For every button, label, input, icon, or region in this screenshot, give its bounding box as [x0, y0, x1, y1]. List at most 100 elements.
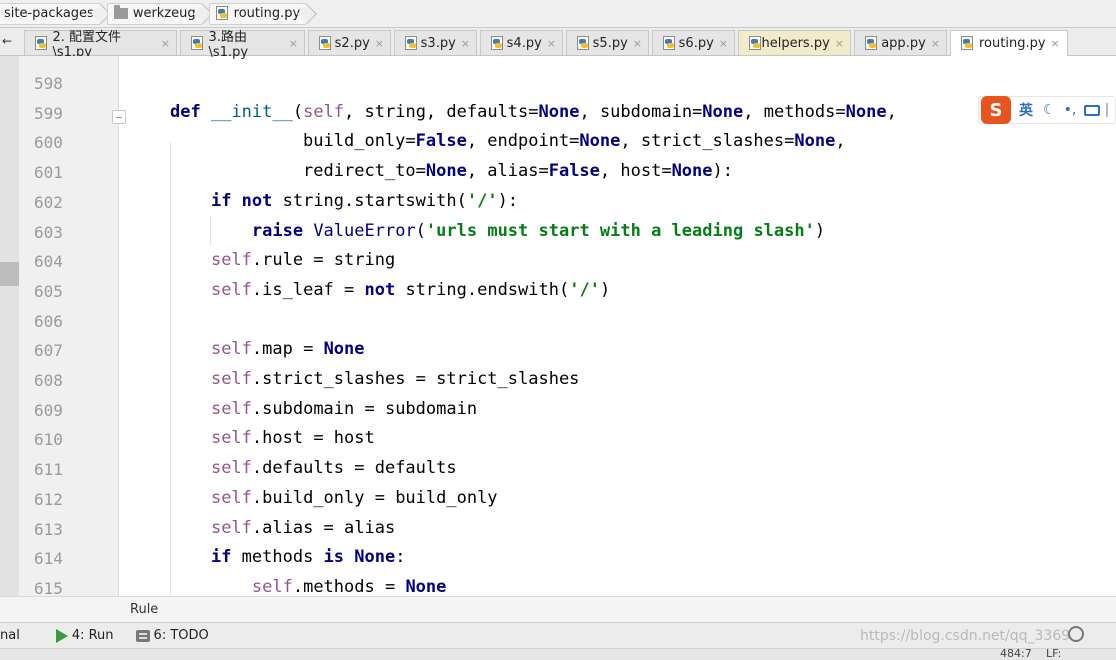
keyboard-icon[interactable]: [1084, 104, 1101, 116]
breadcrumb-site-packages[interactable]: site-packages: [0, 2, 111, 25]
line-separator[interactable]: LF:: [1046, 647, 1061, 660]
code-line[interactable]: self.map = None: [170, 339, 365, 359]
code-token: None: [702, 101, 744, 122]
code-token: ): [599, 279, 611, 300]
code-token: , strict_slashes=: [620, 131, 795, 152]
breadcrumb-werkzeug[interactable]: werkzeug: [106, 2, 213, 25]
code-token: string.startswith(: [282, 190, 467, 211]
code-token: False: [548, 161, 600, 182]
code-line[interactable]: self.host = host: [170, 428, 375, 448]
terminal-tool-button[interactable]: nal: [0, 628, 20, 643]
close-icon[interactable]: ×: [547, 37, 556, 50]
code-token: if: [210, 547, 242, 568]
code-token: , methods=: [743, 101, 846, 122]
code-line[interactable]: build_only=False, endpoint=None, strict_…: [170, 131, 846, 151]
code-line[interactable]: self.build_only = build_only: [170, 488, 498, 508]
breadcrumb-separator: [297, 3, 318, 24]
code-line[interactable]: if methods is None:: [170, 547, 406, 568]
code-token: None: [579, 131, 621, 152]
line-number: 608: [34, 371, 63, 390]
close-icon[interactable]: ×: [375, 37, 384, 50]
code-line[interactable]: self.is_leaf = not string.endswith('/'): [170, 280, 610, 300]
code-token: self: [210, 369, 252, 389]
line-number: 605: [34, 281, 63, 301]
breadcrumb-routing[interactable]: routing.py: [208, 2, 318, 25]
python-file-icon: [491, 35, 503, 51]
close-icon[interactable]: ×: [719, 37, 728, 50]
code-token: self: [210, 250, 252, 271]
breadcrumb-label: site-packages: [4, 6, 94, 21]
code-line[interactable]: raise ValueError('urls must start with a…: [170, 221, 825, 241]
tab-s5-py[interactable]: s5.py ×: [566, 30, 649, 55]
tab-s2-py[interactable]: s2.py ×: [308, 30, 391, 55]
code-token: False: [415, 131, 467, 152]
code-token: ):: [497, 190, 519, 211]
search-icon[interactable]: [1068, 626, 1084, 642]
tab-app-py[interactable]: app.py ×: [854, 30, 947, 55]
code-breadcrumb-bar: Rule: [0, 596, 1116, 622]
code-token: , subdomain=: [579, 101, 703, 122]
ime-more-icon[interactable]: [1106, 103, 1110, 117]
code-line[interactable]: self.defaults = defaults: [170, 458, 457, 478]
moon-icon[interactable]: ☾: [1043, 102, 1056, 118]
line-number: 607: [34, 341, 63, 361]
code-token: None: [323, 339, 365, 360]
code-line[interactable]: redirect_to=None, alias=False, host=None…: [170, 161, 733, 181]
close-icon[interactable]: ×: [931, 37, 940, 50]
code-token: '/': [569, 279, 600, 300]
code-line[interactable]: self.rule = string: [170, 250, 395, 270]
python-file-icon: [405, 35, 417, 51]
code-token: redirect_to=: [170, 161, 426, 182]
code-line[interactable]: def __init__(self, string, defaults=None…: [170, 102, 897, 122]
current-line-marker: [0, 262, 19, 286]
ime-toolbar[interactable]: S 英 ☾ •,: [978, 96, 1116, 124]
code-line[interactable]: if not string.startswith('/'):: [170, 191, 518, 211]
code-line[interactable]: self.subdomain = subdomain: [170, 399, 477, 419]
code-breadcrumb-rule[interactable]: Rule: [130, 602, 158, 617]
python-file-icon: [961, 36, 974, 51]
tab-label: s6.py: [678, 35, 714, 51]
code-token: 'urls must start with a leading slash': [425, 220, 815, 241]
code-token: is None: [323, 547, 396, 568]
run-icon: [55, 628, 68, 643]
code-line[interactable]: self.methods = None: [170, 576, 447, 597]
code-token: , host=: [599, 161, 672, 182]
tab-3-s1-py[interactable]: 3.路由\s1.py ×: [180, 30, 305, 60]
close-icon[interactable]: ×: [289, 37, 298, 50]
tab-label: helpers.py: [761, 35, 830, 51]
code-token: .methods =: [292, 576, 406, 597]
code-token: None: [405, 576, 447, 597]
todo-tool-button[interactable]: 6: TODO: [135, 628, 209, 643]
line-number: 602: [34, 192, 63, 212]
close-icon[interactable]: ×: [835, 37, 844, 50]
fold-icon[interactable]: [112, 110, 126, 124]
code-token: None: [671, 161, 713, 182]
close-icon[interactable]: ×: [1051, 37, 1060, 50]
run-tool-button[interactable]: 4: Run: [55, 628, 114, 643]
code-token: None: [794, 131, 836, 152]
tab-s4-py[interactable]: s4.py ×: [480, 30, 563, 55]
python-file-icon: [865, 35, 877, 51]
tab-helpers-py[interactable]: helpers.py ×: [738, 30, 851, 55]
code-line[interactable]: self.strict_slashes = strict_slashes: [170, 369, 579, 389]
close-icon[interactable]: ×: [461, 37, 470, 50]
punctuation-icon[interactable]: •,: [1064, 102, 1077, 118]
ime-language-toggle[interactable]: 英: [1019, 100, 1033, 120]
tab-scroll-left-icon[interactable]: ←: [2, 34, 12, 48]
close-icon[interactable]: ×: [633, 37, 642, 50]
code-editor[interactable]: def __init__(self, string, defaults=None…: [130, 56, 980, 597]
close-icon[interactable]: ×: [161, 37, 170, 50]
sogou-logo-icon[interactable]: S: [981, 96, 1011, 124]
caret-position[interactable]: 484:7: [1000, 647, 1032, 660]
tab-s3-py[interactable]: s3.py ×: [394, 30, 477, 55]
code-line[interactable]: self.alias = alias: [170, 518, 395, 538]
tab-s6-py[interactable]: s6.py ×: [652, 30, 735, 55]
tab-2-s1-py[interactable]: 2. 配置文件\s1.py ×: [24, 30, 177, 60]
tab-routing-py[interactable]: routing.py ×: [950, 30, 1068, 56]
code-token: '/': [466, 190, 498, 211]
tab-label: s2.py: [334, 35, 370, 51]
python-file-icon: [191, 35, 204, 51]
